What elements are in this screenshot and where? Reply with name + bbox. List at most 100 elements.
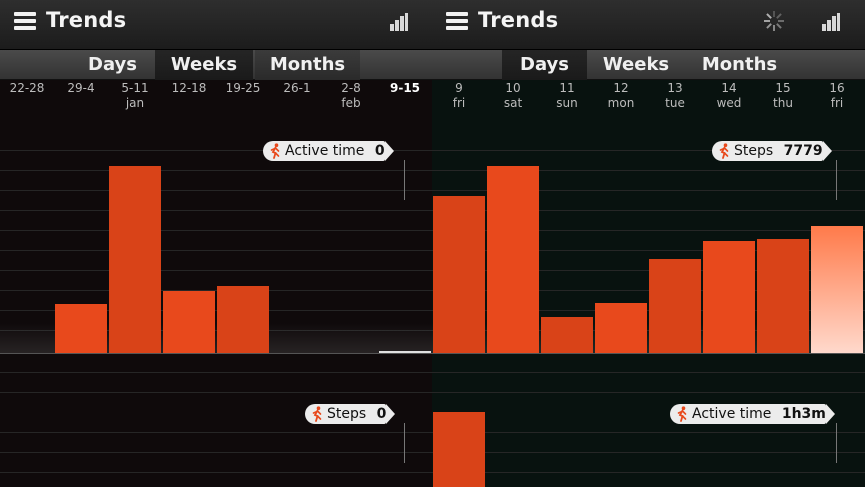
chart-baseline <box>0 353 432 354</box>
column-label-primary: 19-25 <box>225 81 261 95</box>
chart-bar[interactable] <box>703 241 755 353</box>
column-label[interactable]: 12-18 <box>162 81 216 96</box>
runner-icon <box>269 143 281 159</box>
callout-pointer <box>836 423 837 463</box>
gridline <box>0 210 432 211</box>
bar-chart-icon[interactable] <box>822 13 840 31</box>
callout-pointer <box>836 160 837 200</box>
column-label-secondary: sun <box>556 96 578 110</box>
column-label-secondary: feb <box>341 96 361 110</box>
gridline <box>0 270 432 271</box>
tab-days[interactable]: Days <box>502 50 587 80</box>
period-tabs: Days Weeks Months <box>432 50 865 80</box>
column-label-secondary: fri <box>452 96 466 110</box>
column-label[interactable]: 2-8 feb <box>324 81 378 111</box>
tab-weeks[interactable]: Weeks <box>587 50 685 80</box>
chart-bar[interactable] <box>55 304 107 353</box>
column-label[interactable]: 19-25 <box>216 81 270 96</box>
column-label-secondary: thu <box>773 96 793 110</box>
chart-bar[interactable] <box>811 226 863 353</box>
column-label-primary: 12-18 <box>171 81 207 95</box>
column-label-secondary: mon <box>607 96 635 110</box>
menu-icon[interactable] <box>446 12 468 30</box>
column-label[interactable]: 11 sun <box>540 81 594 111</box>
callout-pointer <box>404 160 405 200</box>
column-label-primary: 26-1 <box>283 81 311 95</box>
gridline <box>432 432 865 433</box>
column-label[interactable]: 12 mon <box>594 81 648 111</box>
column-label[interactable]: 10 sat <box>486 81 540 111</box>
chart-bar[interactable] <box>217 286 269 353</box>
column-label-primary: 9-15 <box>389 81 421 95</box>
chart-bar[interactable] <box>433 412 485 487</box>
column-label-secondary: tue <box>665 96 685 110</box>
bar-chart-icon[interactable] <box>390 13 408 31</box>
tab-months[interactable]: Months <box>687 50 792 80</box>
runner-icon <box>311 406 323 422</box>
period-tabs: Days Weeks Months <box>0 50 432 80</box>
column-label-secondary: wed <box>716 96 742 110</box>
column-label[interactable]: 29-4 <box>54 81 108 96</box>
chart-bar[interactable] <box>379 351 431 353</box>
top-bar: Trends <box>0 0 432 50</box>
column-label[interactable]: 5-11 jan <box>108 81 162 111</box>
callout-value: 0 <box>374 143 385 159</box>
tab-days[interactable]: Days <box>70 50 155 80</box>
spinner-icon <box>764 11 784 31</box>
gridline <box>432 392 865 393</box>
gridline <box>432 372 865 373</box>
active-time-callout: Active time 1h3m <box>670 404 835 424</box>
runner-icon <box>676 406 688 422</box>
gridline <box>432 452 865 453</box>
gridline <box>432 472 865 473</box>
page-title: Trends <box>46 8 127 32</box>
chart-bar[interactable] <box>163 291 215 353</box>
column-label-secondary: jan <box>125 96 145 110</box>
gridline <box>0 170 432 171</box>
column-label[interactable]: 9-15 <box>378 81 432 96</box>
gridline <box>0 452 432 453</box>
menu-icon[interactable] <box>14 12 36 30</box>
steps-callout: Steps 7779 <box>712 141 832 161</box>
column-label[interactable]: 9 fri <box>432 81 486 111</box>
chart-baseline <box>432 353 865 354</box>
page-title: Trends <box>478 8 559 32</box>
chart-bar[interactable] <box>433 196 485 353</box>
gridline <box>0 472 432 473</box>
gridline <box>0 190 432 191</box>
column-label-primary: 29-4 <box>67 81 95 95</box>
chart-bar[interactable] <box>649 259 701 353</box>
column-label-primary: 22-28 <box>9 81 45 95</box>
chart-bar[interactable] <box>109 166 161 353</box>
chart-bar[interactable] <box>595 303 647 353</box>
callout-label: Steps <box>734 143 774 159</box>
tab-months[interactable]: Months <box>255 50 360 80</box>
column-label-primary: 13 <box>667 81 683 95</box>
column-label-secondary: fri <box>830 96 844 110</box>
callout-label: Active time <box>692 406 772 422</box>
gridline <box>0 432 432 433</box>
column-label-primary: 16 <box>829 81 845 95</box>
column-label-primary: 12 <box>613 81 629 95</box>
chart-bar[interactable] <box>541 317 593 353</box>
column-label[interactable]: 22-28 <box>0 81 54 96</box>
column-label[interactable]: 14 wed <box>702 81 756 111</box>
column-label-primary: 10 <box>505 81 521 95</box>
tab-weeks[interactable]: Weeks <box>155 50 253 80</box>
gridline <box>0 290 432 291</box>
gridline <box>0 392 432 393</box>
chart-bar[interactable] <box>757 239 809 353</box>
column-label[interactable]: 13 tue <box>648 81 702 111</box>
callout-label: Steps <box>327 406 367 422</box>
column-label[interactable]: 26-1 <box>270 81 324 96</box>
steps-callout: Steps 0 <box>305 404 396 424</box>
runner-icon <box>718 143 730 159</box>
column-label-primary: 5-11 <box>121 81 149 95</box>
column-label-primary: 11 <box>559 81 575 95</box>
chart-bar[interactable] <box>487 166 539 353</box>
trends-panel-weeks: Trends Days Weeks Months 22-28 29-4 5-11 ja… <box>0 0 432 487</box>
column-label-secondary: sat <box>503 96 523 110</box>
column-label[interactable]: 15 thu <box>756 81 810 111</box>
column-label-primary: 14 <box>721 81 737 95</box>
column-label[interactable]: 16 fri <box>810 81 864 111</box>
